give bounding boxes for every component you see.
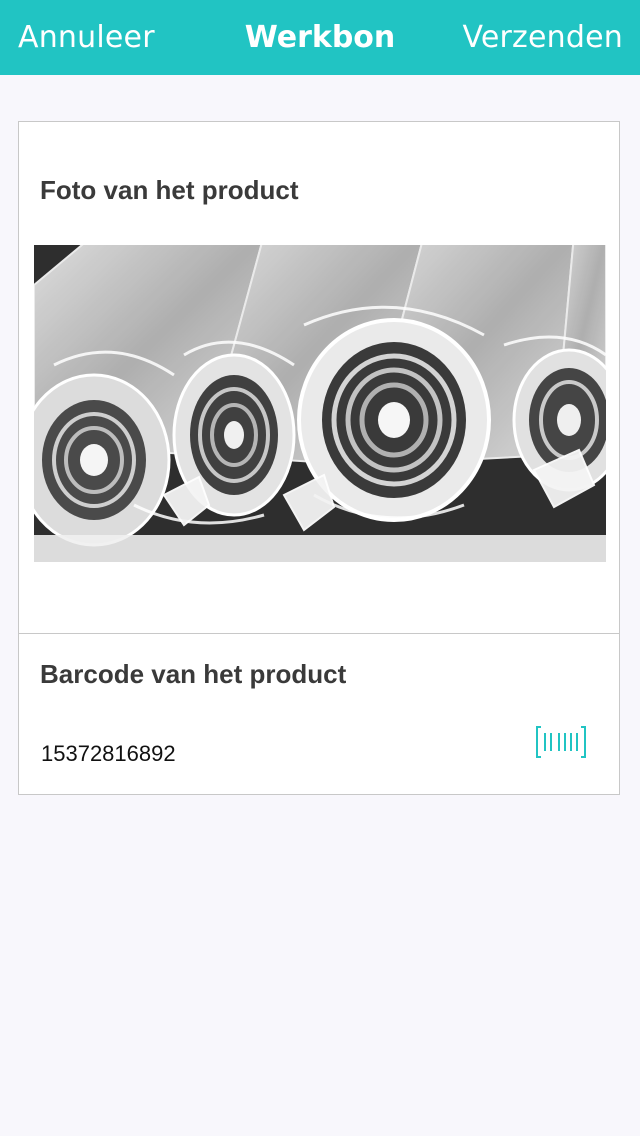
photo-section-title: Foto van het product [40,175,299,205]
send-button[interactable]: Verzenden [462,0,623,75]
product-photo[interactable] [34,245,606,562]
product-photo-image [34,245,606,562]
cancel-button[interactable]: Annuleer [18,0,155,75]
barcode-section-title: Barcode van het product [40,659,347,689]
navigation-bar: Annuleer Werkbon Verzenden [0,0,640,75]
work-order-card: Foto van het product Barcode van het pro… [18,121,620,795]
barcode-section: Barcode van het product 15372816892 [19,634,619,794]
photo-section: Foto van het product [19,122,619,634]
barcode-scan-icon [536,726,586,758]
barcode-scan-button[interactable] [535,725,587,759]
barcode-value: 15372816892 [41,741,176,766]
